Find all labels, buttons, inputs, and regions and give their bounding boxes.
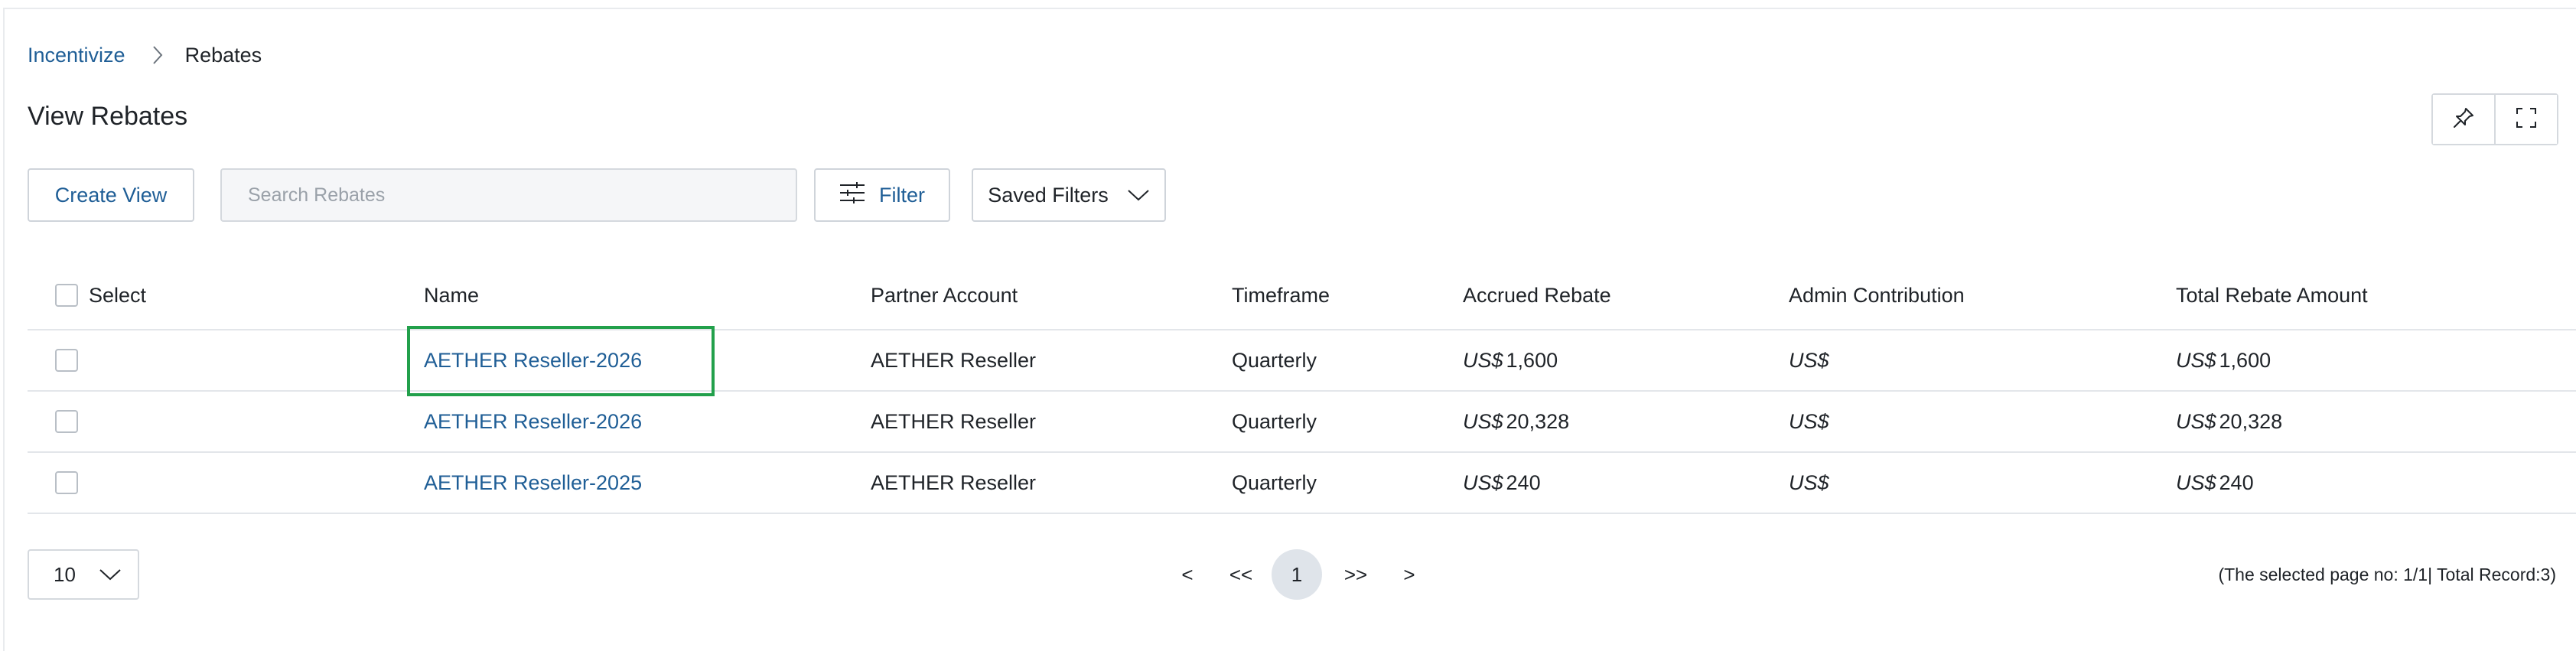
last-page-button[interactable]: >> bbox=[1340, 549, 1371, 600]
filter-button[interactable]: Filter bbox=[814, 168, 950, 222]
header-select: Select bbox=[55, 262, 146, 329]
header-timeframe[interactable]: Timeframe bbox=[1232, 262, 1330, 329]
breadcrumb-current: Rebates bbox=[184, 43, 262, 67]
amount-value: 240 bbox=[1506, 470, 1541, 494]
currency-label: US$ bbox=[1789, 348, 1829, 372]
filter-label: Filter bbox=[879, 183, 925, 207]
amount-value: 20,328 bbox=[2219, 409, 2283, 433]
timeframe-cell: Quarterly bbox=[1232, 409, 1317, 433]
page-size-value: 10 bbox=[54, 562, 76, 586]
next-page-button[interactable]: > bbox=[1394, 549, 1425, 600]
chevron-down-icon bbox=[1109, 184, 1150, 207]
header-accrued-rebate[interactable]: Accrued Rebate bbox=[1463, 262, 1611, 329]
accrued-rebate-cell: US$ 20,328 bbox=[1463, 392, 1569, 451]
saved-filters-dropdown[interactable]: Saved Filters bbox=[972, 168, 1166, 222]
accrued-rebate-cell: US$ 1,600 bbox=[1463, 330, 1558, 390]
table-header: Select Name Partner Account Timeframe Ac… bbox=[28, 262, 2576, 330]
header-total-rebate-amount[interactable]: Total Rebate Amount bbox=[2176, 262, 2368, 329]
page-title: View Rebates bbox=[28, 102, 188, 131]
partner-account-cell: AETHER Reseller bbox=[871, 409, 1037, 433]
page-container: Incentivize Rebates View Rebates Create … bbox=[3, 8, 2576, 651]
view-actions bbox=[2431, 93, 2558, 145]
pin-icon bbox=[2452, 106, 2475, 133]
rebates-table: Select Name Partner Account Timeframe Ac… bbox=[28, 262, 2576, 514]
accrued-rebate-cell: US$ 240 bbox=[1463, 453, 1541, 513]
currency-label: US$ bbox=[1463, 409, 1503, 433]
total-rebate-cell: US$ 240 bbox=[2176, 453, 2254, 513]
breadcrumb-link-incentivize[interactable]: Incentivize bbox=[28, 44, 125, 67]
partner-account-cell: AETHER Reseller bbox=[871, 470, 1037, 494]
timeframe-cell: Quarterly bbox=[1232, 348, 1317, 372]
amount-value: 20,328 bbox=[1506, 409, 1570, 433]
rebate-name-link[interactable]: AETHER Reseller-2025 bbox=[424, 471, 642, 495]
admin-contribution-cell: US$ bbox=[1789, 330, 1832, 390]
currency-label: US$ bbox=[2176, 348, 2216, 372]
header-partner-account[interactable]: Partner Account bbox=[871, 262, 1018, 329]
rebate-name-link[interactable]: AETHER Reseller-2026 bbox=[424, 349, 642, 373]
pagination-status: (The selected page no: 1/1| Total Record… bbox=[2218, 564, 2556, 584]
amount-value: 1,600 bbox=[1506, 348, 1558, 372]
prev-page-button[interactable]: < bbox=[1172, 549, 1203, 600]
saved-filters-label: Saved Filters bbox=[988, 183, 1109, 207]
row-checkbox[interactable] bbox=[55, 349, 78, 372]
admin-contribution-cell: US$ bbox=[1789, 453, 1832, 513]
currency-label: US$ bbox=[1789, 470, 1829, 494]
table-row: AETHER Reseller-2025 AETHER Reseller Qua… bbox=[28, 453, 2576, 514]
pin-button[interactable] bbox=[2433, 95, 2494, 144]
fullscreen-button[interactable] bbox=[2494, 95, 2557, 144]
currency-label: US$ bbox=[2176, 409, 2216, 433]
rebate-name-link[interactable]: AETHER Reseller-2026 bbox=[424, 410, 642, 434]
search-input[interactable] bbox=[220, 168, 797, 222]
partner-account-cell: AETHER Reseller bbox=[871, 348, 1037, 372]
breadcrumb: Incentivize Rebates bbox=[28, 35, 262, 75]
header-admin-contribution[interactable]: Admin Contribution bbox=[1789, 262, 1965, 329]
currency-label: US$ bbox=[2176, 470, 2216, 494]
chevron-right-icon bbox=[147, 44, 168, 66]
currency-label: US$ bbox=[1789, 409, 1829, 433]
currency-label: US$ bbox=[1463, 348, 1503, 372]
chevron-down-icon bbox=[76, 563, 122, 587]
row-checkbox[interactable] bbox=[55, 410, 78, 433]
currency-label: US$ bbox=[1463, 470, 1503, 494]
select-all-checkbox[interactable] bbox=[55, 284, 78, 307]
row-checkbox[interactable] bbox=[55, 471, 78, 494]
timeframe-cell: Quarterly bbox=[1232, 470, 1317, 494]
admin-contribution-cell: US$ bbox=[1789, 392, 1832, 451]
create-view-button[interactable]: Create View bbox=[28, 168, 194, 222]
row-select bbox=[55, 453, 78, 513]
amount-value: 240 bbox=[2219, 470, 2254, 494]
fullscreen-icon bbox=[2515, 106, 2538, 133]
amount-value: 1,600 bbox=[2219, 348, 2272, 372]
total-rebate-cell: US$ 1,600 bbox=[2176, 330, 2271, 390]
current-page-button[interactable]: 1 bbox=[1272, 549, 1322, 600]
header-select-label: Select bbox=[89, 283, 147, 307]
row-select bbox=[55, 330, 78, 390]
first-page-button[interactable]: << bbox=[1226, 549, 1256, 600]
page-size-select[interactable]: 10 bbox=[28, 549, 139, 600]
header-name[interactable]: Name bbox=[424, 262, 479, 329]
table-row: AETHER Reseller-2026 AETHER Reseller Qua… bbox=[28, 326, 2576, 396]
sliders-icon bbox=[839, 181, 879, 210]
pagination: < << 1 >> > bbox=[1160, 549, 1425, 600]
table-row: AETHER Reseller-2026 AETHER Reseller Qua… bbox=[28, 392, 2576, 453]
row-select bbox=[55, 392, 78, 451]
total-rebate-cell: US$ 20,328 bbox=[2176, 392, 2282, 451]
